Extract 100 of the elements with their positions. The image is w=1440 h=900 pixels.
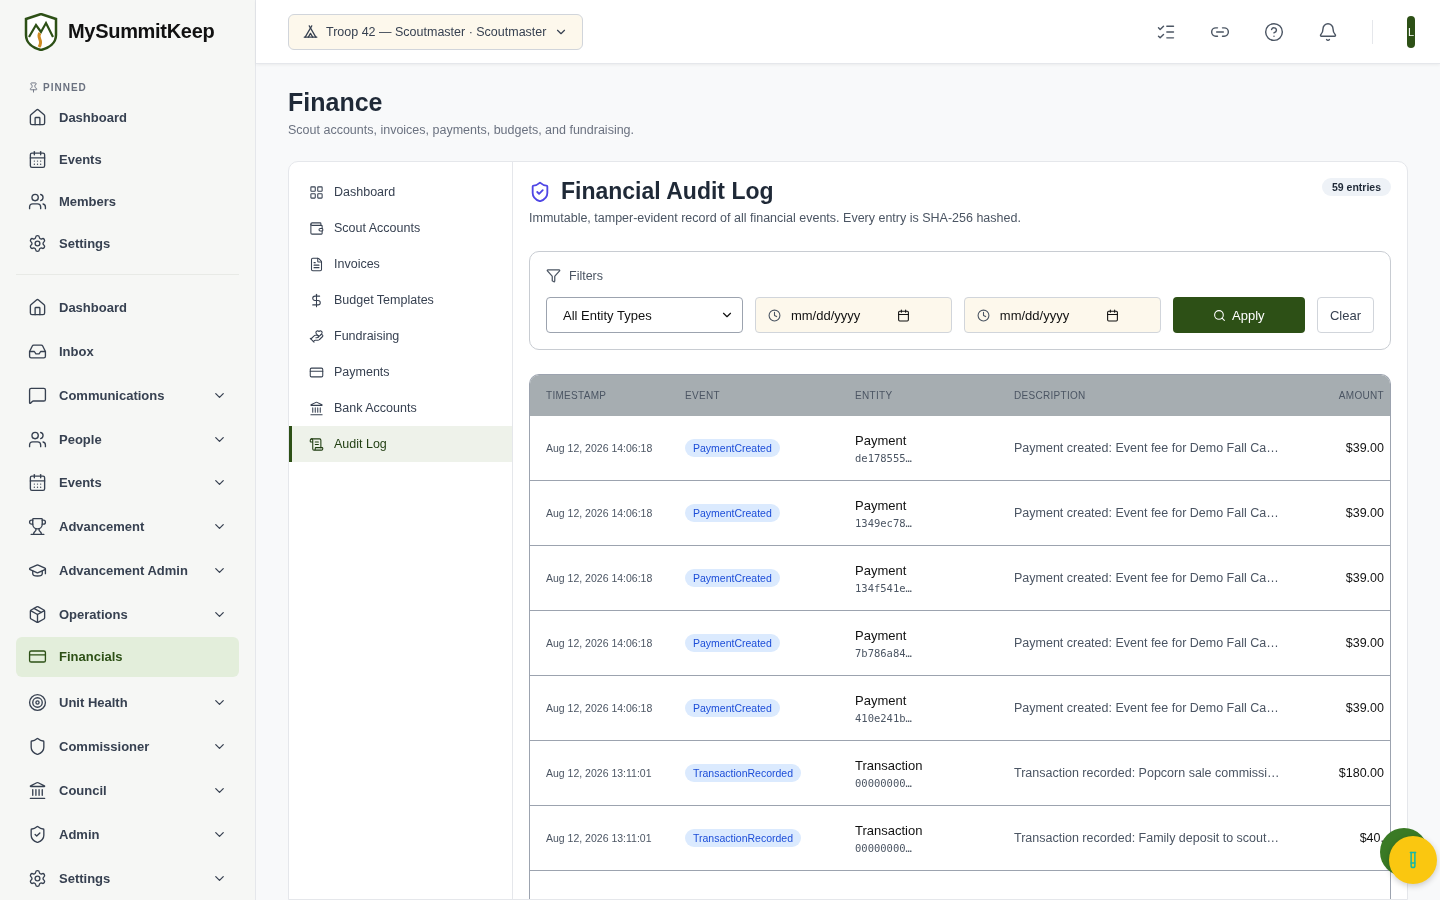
settings-icon bbox=[28, 234, 47, 253]
apply-button[interactable]: Apply bbox=[1172, 297, 1305, 333]
sidebar-item[interactable]: Dashboard bbox=[16, 96, 239, 139]
amount-cell-text: $39.00 bbox=[1344, 636, 1384, 650]
entity-name: Payment bbox=[855, 627, 908, 643]
sidebar-item[interactable]: Members bbox=[16, 180, 239, 223]
description-cell-text: Transaction recorded: Family deposit to scout… bbox=[1014, 831, 1280, 845]
amount-cell-text: $39.00 bbox=[1344, 571, 1384, 585]
sidebar-item[interactable]: Financials bbox=[16, 636, 239, 677]
description-cell-text: Payment created: Event fee for Demo Fall Ca… bbox=[1014, 441, 1280, 455]
sidebar-item[interactable]: Unit Health bbox=[16, 680, 239, 725]
column-header: DESCRIPTION bbox=[1014, 390, 1087, 401]
event-tag: TransactionRecorded bbox=[685, 829, 801, 847]
grid-icon bbox=[309, 184, 324, 200]
bank-icon bbox=[309, 400, 324, 416]
avatar[interactable]: L bbox=[1407, 15, 1415, 48]
entity-type-select[interactable]: All Entity Types bbox=[546, 297, 743, 333]
search-icon bbox=[1213, 308, 1227, 322]
wallet-icon bbox=[309, 220, 324, 236]
sidebar-item[interactable]: People bbox=[16, 417, 239, 462]
entity-id: 410e241b… bbox=[855, 711, 913, 724]
sidebar-item[interactable]: Admin bbox=[16, 812, 239, 857]
column-header: TIMESTAMP bbox=[546, 390, 608, 401]
entity-name: Transaction bbox=[855, 757, 924, 773]
entity-id: 134f541e… bbox=[855, 581, 913, 594]
sidebar-item[interactable]: Advancement bbox=[16, 504, 239, 549]
amount-cell-text: $39.00 bbox=[1344, 506, 1384, 520]
dollar-icon bbox=[309, 292, 324, 308]
sidebar-item[interactable]: Commissioner bbox=[16, 724, 239, 769]
package-icon bbox=[28, 605, 47, 625]
entity-id: 00000000… bbox=[855, 776, 913, 789]
description-cell-text: Payment created: Event fee for Demo Fall Ca… bbox=[1014, 701, 1280, 715]
event-tag: PaymentCreated bbox=[685, 569, 780, 587]
calendar-icon bbox=[28, 150, 47, 170]
sidebar-item[interactable]: Events bbox=[16, 138, 239, 181]
column-header: ENTITY bbox=[855, 390, 894, 401]
section-heading: PINNED bbox=[43, 81, 87, 93]
page-subtitle: Scout accounts, invoices, payments, budgets, and fundraising. bbox=[288, 123, 636, 137]
scroll-icon bbox=[309, 436, 324, 452]
filter-icon bbox=[546, 268, 561, 283]
entity-id: de178555… bbox=[855, 451, 913, 464]
entity-id: 1349ec78… bbox=[855, 516, 913, 529]
help-icon[interactable] bbox=[1264, 21, 1284, 42]
sidebar-item[interactable]: Council bbox=[16, 768, 239, 813]
message-icon bbox=[28, 385, 47, 405]
event-tag: TransactionRecorded bbox=[685, 764, 801, 782]
target-icon bbox=[28, 692, 47, 712]
sidebar-item[interactable]: Settings bbox=[16, 222, 239, 265]
subnav-item[interactable]: Scout Accounts bbox=[289, 210, 512, 246]
subnav-item[interactable]: Bank Accounts bbox=[289, 390, 512, 426]
calendar-icon[interactable] bbox=[1105, 308, 1119, 322]
subnav-item[interactable]: Payments bbox=[289, 354, 512, 390]
users-icon bbox=[28, 429, 47, 449]
settings-icon bbox=[28, 868, 47, 888]
section-title: Financial Audit Log bbox=[561, 178, 774, 205]
entity-id: 7b786a84… bbox=[855, 646, 913, 659]
description-cell-text: Payment created: Event fee for Demo Fall Ca… bbox=[1014, 506, 1280, 520]
description-cell-text: Transaction recorded: Popcorn sale commissi… bbox=[1014, 766, 1281, 780]
amount-cell-text: $39.00 bbox=[1344, 701, 1384, 715]
subnav-item[interactable]: Invoices bbox=[289, 246, 512, 282]
subnav-item[interactable]: Budget Templates bbox=[289, 282, 512, 318]
trophy-icon bbox=[28, 517, 47, 537]
section-description: Immutable, tamper-evident record of all financial events. Every entry is SHA-256 hashed. bbox=[529, 211, 1022, 225]
sidebar-item[interactable]: Settings bbox=[16, 856, 239, 900]
document-icon bbox=[309, 256, 324, 272]
timestamp-cell-text: Aug 12, 2026 14:06:18 bbox=[546, 637, 654, 649]
column-header: AMOUNT bbox=[1337, 390, 1384, 401]
description-cell-text: Payment created: Event fee for Demo Fall Ca… bbox=[1014, 571, 1280, 585]
sidebar-item[interactable]: Advancement Admin bbox=[16, 548, 239, 593]
amount-cell-text: $180.00 bbox=[1337, 766, 1384, 780]
users-icon bbox=[28, 192, 47, 212]
hand-heart-icon bbox=[309, 328, 324, 344]
entity-name: Payment bbox=[855, 432, 908, 448]
shield-check-icon bbox=[529, 180, 551, 203]
sidebar-item[interactable]: Communications bbox=[16, 373, 239, 418]
sidebar-item[interactable]: Inbox bbox=[16, 329, 239, 374]
sidebar-item[interactable]: Events bbox=[16, 461, 239, 505]
page-title: Finance bbox=[288, 88, 384, 117]
entity-name: Payment bbox=[855, 497, 908, 513]
sidebar-item[interactable]: Dashboard bbox=[16, 285, 239, 330]
filters-heading: Filters bbox=[569, 268, 604, 283]
calendar-icon[interactable] bbox=[896, 308, 910, 322]
bell-icon[interactable] bbox=[1318, 21, 1338, 42]
entity-id: 00000000… bbox=[855, 841, 913, 854]
home-icon bbox=[28, 297, 47, 317]
entity-name: Payment bbox=[855, 562, 908, 578]
unit-switcher[interactable]: Troop 42 — Scoutmaster · Scoutmaster bbox=[288, 13, 584, 50]
column-header: EVENT bbox=[685, 390, 721, 401]
amount-cell-text: $39.00 bbox=[1344, 441, 1384, 455]
event-tag: PaymentCreated bbox=[685, 634, 780, 652]
sidebar-item[interactable]: Operations bbox=[16, 592, 239, 637]
timestamp-cell-text: Aug 12, 2026 14:06:18 bbox=[546, 572, 654, 584]
subnav-item[interactable]: Fundraising bbox=[289, 318, 512, 354]
timestamp-cell-text: Aug 12, 2026 13:11:01 bbox=[546, 832, 653, 844]
subnav-item[interactable]: Dashboard bbox=[289, 174, 512, 210]
subnav-item[interactable]: Audit Log bbox=[289, 426, 512, 462]
event-tag: PaymentCreated bbox=[685, 699, 780, 717]
clear-button[interactable]: Clear bbox=[1316, 297, 1374, 333]
description-cell-text: Payment created: Event fee for Demo Fall Ca… bbox=[1014, 636, 1280, 650]
clock-icon bbox=[767, 308, 781, 322]
